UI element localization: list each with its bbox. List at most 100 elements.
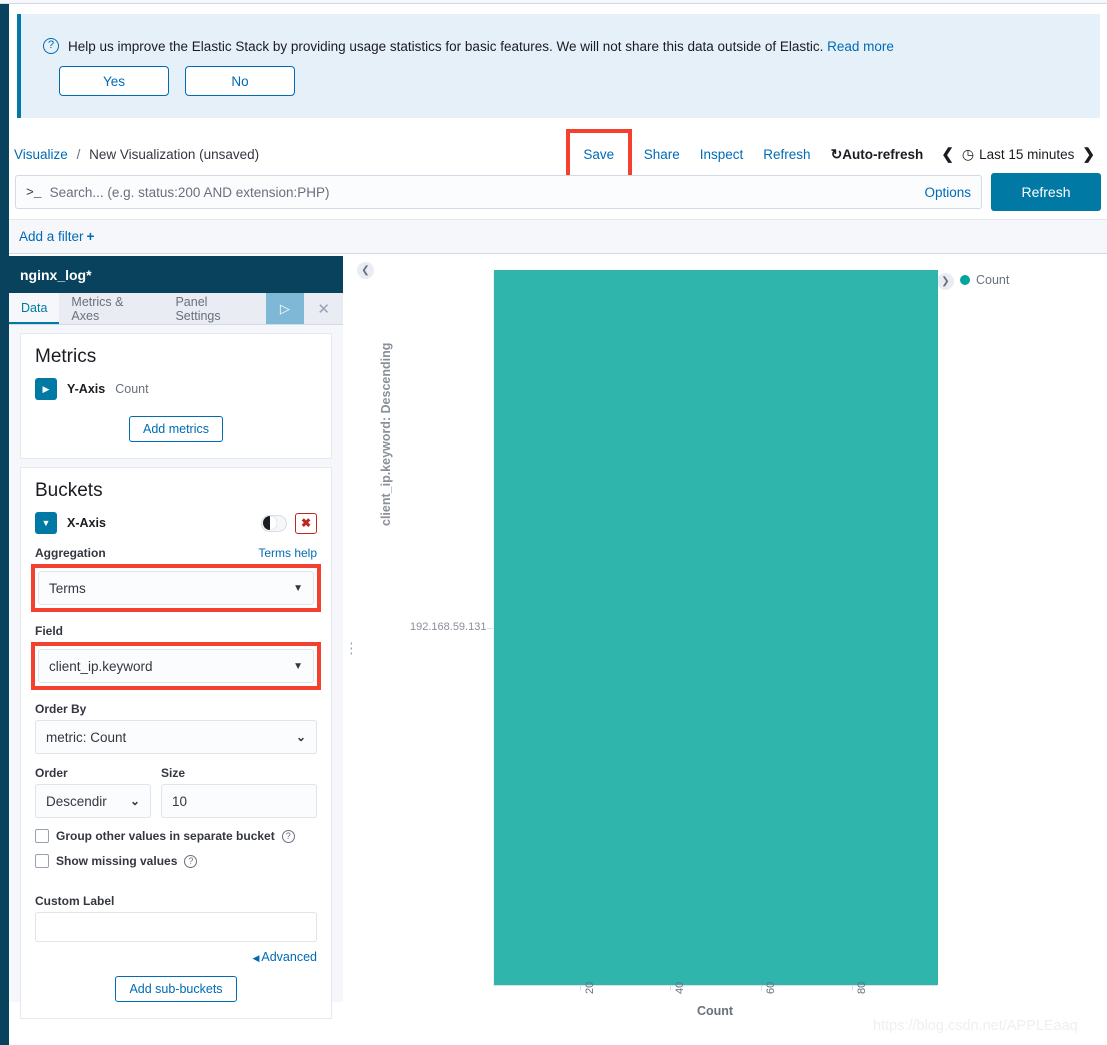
add-sub-buckets-button[interactable]: Add sub-buckets	[115, 976, 237, 1002]
field-highlight: client_ip.keyword ▼	[31, 642, 321, 690]
question-circle-icon: ?	[43, 38, 59, 54]
collapse-left-icon[interactable]: ❮	[357, 262, 374, 279]
x-tick-label: 60	[765, 981, 777, 994]
advanced-label: Advanced	[261, 950, 317, 964]
order-value: Descendir	[46, 793, 107, 809]
save-button[interactable]: Save	[583, 147, 614, 162]
help-icon[interactable]: ?	[281, 829, 295, 843]
field-label: Field	[35, 624, 64, 638]
bar-series-0[interactable]	[494, 270, 938, 985]
watermark: https://blog.csdn.net/APPLEaaq	[873, 1018, 1078, 1034]
triangle-left-icon: ◀	[252, 953, 260, 963]
collapse-legend-icon[interactable]: ❯	[937, 273, 954, 290]
help-icon[interactable]: ?	[184, 854, 198, 868]
filter-bar: Add a filter +	[9, 219, 1107, 254]
breadcrumb: Visualize / New Visualization (unsaved)	[9, 147, 259, 162]
show-missing-label: Show missing values	[56, 854, 178, 868]
field-select[interactable]: client_ip.keyword ▼	[38, 649, 314, 683]
tab-metrics-axes[interactable]: Metrics & Axes	[59, 293, 163, 324]
order-select[interactable]: Descendir ⌄	[35, 784, 151, 818]
share-button[interactable]: Share	[634, 141, 690, 168]
panel-resize-handle[interactable]: ⋮	[344, 641, 359, 669]
size-label: Size	[161, 766, 186, 780]
chevron-down-icon: ⌄	[129, 794, 140, 808]
tab-panel-settings[interactable]: Panel Settings	[163, 293, 265, 324]
add-metrics-button[interactable]: Add metrics	[129, 416, 223, 442]
y-tick-label: 192.168.59.131	[410, 621, 487, 633]
order-by-select[interactable]: metric: Count ⌄	[35, 720, 317, 754]
tab-data[interactable]: Data	[9, 293, 60, 324]
aggregation-select[interactable]: Terms ▼	[38, 571, 314, 605]
chevron-right-icon[interactable]: ▶	[35, 378, 57, 400]
custom-label-label: Custom Label	[35, 894, 115, 908]
time-prev-arrow-icon[interactable]: ❮	[933, 141, 962, 167]
time-range-label: Last 15 minutes	[979, 146, 1075, 162]
x-tick-mark	[670, 985, 671, 991]
telemetry-read-more-link[interactable]: Read more	[827, 39, 894, 54]
legend-label: Count	[976, 273, 1010, 287]
telemetry-yes-button[interactable]: Yes	[59, 66, 169, 96]
apply-changes-button[interactable]: ▷	[265, 293, 305, 324]
order-by-label: Order By	[35, 702, 87, 716]
x-tick-label: 80	[856, 981, 868, 994]
clock-icon: ◷	[961, 145, 975, 162]
refresh-nav-button[interactable]: Refresh	[753, 141, 820, 168]
remove-bucket-icon[interactable]: ✖	[295, 512, 317, 534]
telemetry-banner: ? Help us improve the Elastic Stack by p…	[17, 14, 1100, 118]
breadcrumb-visualize-link[interactable]: Visualize	[14, 147, 68, 162]
buckets-agg-controls: ✖	[261, 512, 317, 534]
add-sub-buckets-row: Add sub-buckets	[35, 976, 317, 1002]
group-other-row[interactable]: Group other values in separate bucket ?	[35, 829, 317, 843]
custom-label-input[interactable]	[35, 912, 317, 942]
metrics-agg-name: Y-Axis	[67, 382, 106, 396]
metrics-agg-value: Count	[115, 382, 149, 396]
buckets-agg-name: X-Axis	[67, 516, 106, 530]
x-axis-line	[493, 985, 937, 986]
auto-refresh-button[interactable]: ↻Auto-refresh	[821, 140, 934, 169]
visualization-editor-panel: nginx_log* Data Metrics & Axes Panel Set…	[9, 256, 343, 1019]
advanced-toggle[interactable]: ◀ Advanced	[252, 950, 317, 964]
auto-refresh-label: Auto-refresh	[842, 146, 924, 162]
size-input[interactable]: 10	[161, 784, 317, 818]
buckets-agg-row[interactable]: ▼ X-Axis ✖	[35, 512, 317, 534]
show-missing-checkbox[interactable]	[35, 854, 49, 868]
visibility-toggle-icon[interactable]	[261, 514, 287, 532]
global-nav-rail[interactable]	[0, 4, 9, 1045]
buckets-title: Buckets	[35, 480, 103, 501]
chevron-down-icon: ⌄	[295, 730, 306, 744]
terms-help-link[interactable]: Terms help	[258, 546, 317, 560]
metrics-card: Metrics ▶ Y-Axis Count Add metrics	[20, 333, 332, 459]
top-hairline	[0, 0, 1107, 4]
inspect-button[interactable]: Inspect	[690, 141, 754, 168]
telemetry-message-text: Help us improve the Elastic Stack by pro…	[68, 38, 824, 54]
x-tick-mark	[852, 985, 853, 991]
group-other-checkbox[interactable]	[35, 829, 49, 843]
chevron-down-icon: ▼	[293, 582, 303, 594]
telemetry-message: Help us improve the Elastic Stack by pro…	[68, 39, 894, 54]
metrics-add-row: Add metrics	[35, 416, 317, 442]
y-axis-title: client_ip.keyword: Descending	[379, 342, 393, 526]
x-tick-mark	[761, 985, 762, 991]
chevron-down-icon[interactable]: ▼	[35, 512, 57, 534]
field-value: client_ip.keyword	[49, 658, 153, 674]
order-label: Order	[35, 766, 68, 780]
add-filter-label: Add a filter	[19, 229, 84, 244]
chart-legend[interactable]: Count	[960, 273, 1009, 287]
time-next-arrow-icon[interactable]: ❯	[1074, 141, 1103, 167]
telemetry-no-button[interactable]: No	[185, 66, 295, 96]
add-filter-button[interactable]: Add a filter +	[9, 229, 94, 244]
close-editor-icon[interactable]: ✕	[304, 293, 343, 324]
order-size-labels: Order Size	[35, 754, 317, 784]
top-nav-bar: Visualize / New Visualization (unsaved) …	[9, 129, 1107, 179]
metrics-agg-row[interactable]: ▶ Y-Axis Count	[35, 378, 317, 400]
time-range-picker[interactable]: ◷ Last 15 minutes	[962, 146, 1075, 163]
x-tick-label: 40	[674, 981, 686, 994]
show-missing-row[interactable]: Show missing values ?	[35, 854, 317, 868]
query-options-link[interactable]: Options	[924, 185, 971, 200]
search-input[interactable]: >_ Search... (e.g. status:200 AND extens…	[15, 175, 982, 209]
aggregation-label: Aggregation	[35, 546, 106, 560]
plus-icon: +	[86, 229, 95, 244]
index-pattern-header: nginx_log*	[9, 256, 343, 293]
refresh-button[interactable]: Refresh	[991, 173, 1101, 211]
x-tick-label: 20	[584, 981, 596, 994]
